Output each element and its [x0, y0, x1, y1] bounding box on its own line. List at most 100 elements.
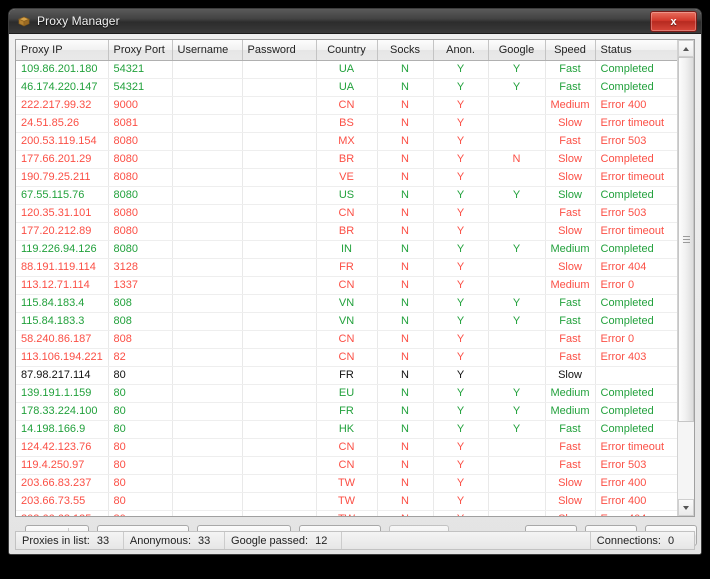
table-row[interactable]: 177.66.201.298080BRNYNSlowCompleted — [16, 150, 677, 168]
cell-speed: Slow — [545, 150, 595, 168]
table-row[interactable]: 203.66.73.5580TWNYSlowError 400 — [16, 492, 677, 510]
column-header-port[interactable]: Proxy Port — [108, 40, 172, 60]
column-header-ip[interactable]: Proxy IP — [16, 40, 108, 60]
cell-ip: 177.20.212.89 — [16, 222, 108, 240]
cell-speed: Slow — [545, 222, 595, 240]
cell-socks: N — [377, 312, 433, 330]
cell-password — [242, 438, 316, 456]
cell-password — [242, 420, 316, 438]
scrollbar-thumb[interactable] — [678, 57, 694, 422]
cell-port: 80 — [108, 438, 172, 456]
cell-username — [172, 240, 242, 258]
cell-username — [172, 402, 242, 420]
cell-socks: N — [377, 204, 433, 222]
cell-google — [488, 258, 545, 276]
cell-username — [172, 438, 242, 456]
table-row[interactable]: 46.174.220.14754321UANYYFastCompleted — [16, 78, 677, 96]
cell-google — [488, 96, 545, 114]
cell-username — [172, 186, 242, 204]
cell-anon: Y — [433, 420, 488, 438]
scroll-down-button[interactable] — [678, 499, 694, 516]
cell-google: Y — [488, 294, 545, 312]
cell-ip: 58.240.86.187 — [16, 330, 108, 348]
table-row[interactable]: 115.84.183.4808VNNYYFastCompleted — [16, 294, 677, 312]
table-row[interactable]: 178.33.224.10080FRNYYMediumCompleted — [16, 402, 677, 420]
cell-port: 808 — [108, 294, 172, 312]
vertical-scrollbar[interactable] — [677, 40, 694, 516]
table-row[interactable]: 203.66.68.13580TWNYSlowError 404 — [16, 510, 677, 516]
close-window-button[interactable]: x — [650, 11, 697, 32]
table-row[interactable]: 203.66.83.23780TWNYSlowError 400 — [16, 474, 677, 492]
cell-port: 3128 — [108, 258, 172, 276]
cell-status: Completed — [595, 78, 677, 96]
cell-socks: N — [377, 420, 433, 438]
table-row[interactable]: 177.20.212.898080BRNYSlowError timeout — [16, 222, 677, 240]
cell-socks: N — [377, 348, 433, 366]
table-row[interactable]: 190.79.25.2118080VENYSlowError timeout — [16, 168, 677, 186]
scrollbar-track[interactable] — [678, 57, 694, 499]
cell-password — [242, 186, 316, 204]
column-header-anon[interactable]: Anon. — [433, 40, 488, 60]
column-header-socks[interactable]: Socks — [377, 40, 433, 60]
cell-anon: Y — [433, 60, 488, 78]
cell-socks: N — [377, 60, 433, 78]
table-row[interactable]: 88.191.119.1143128FRNYSlowError 404 — [16, 258, 677, 276]
proxies-in-list-label: Proxies in list: — [22, 535, 90, 547]
table-row[interactable]: 120.35.31.1018080CNNYFastError 503 — [16, 204, 677, 222]
cell-country: UA — [316, 60, 377, 78]
table-row[interactable]: 222.217.99.329000CNNYMediumError 400 — [16, 96, 677, 114]
column-header-status[interactable]: Status — [595, 40, 677, 60]
title-bar[interactable]: Proxy Manager x — [9, 9, 701, 34]
cell-socks: N — [377, 222, 433, 240]
cell-port: 8080 — [108, 132, 172, 150]
cell-port: 80 — [108, 456, 172, 474]
cell-port: 8080 — [108, 240, 172, 258]
package-icon — [17, 14, 31, 28]
cell-password — [242, 510, 316, 516]
cell-anon: Y — [433, 186, 488, 204]
cell-socks: N — [377, 330, 433, 348]
table-row[interactable]: 113.12.71.1141337CNNYMediumError 0 — [16, 276, 677, 294]
cell-socks: N — [377, 96, 433, 114]
scrollbar-grip-icon — [683, 236, 690, 244]
column-header-speed[interactable]: Speed — [545, 40, 595, 60]
cell-port: 80 — [108, 510, 172, 516]
table-row[interactable]: 87.98.217.11480FRNYSlow — [16, 366, 677, 384]
table-row[interactable]: 67.55.115.768080USNYYSlowCompleted — [16, 186, 677, 204]
table-row[interactable]: 119.226.94.1268080INNYYMediumCompleted — [16, 240, 677, 258]
table-row[interactable]: 124.42.123.7680CNNYFastError timeout — [16, 438, 677, 456]
table-row[interactable]: 14.198.166.980HKNYYFastCompleted — [16, 420, 677, 438]
cell-status: Error 503 — [595, 456, 677, 474]
cell-socks: N — [377, 168, 433, 186]
table-row[interactable]: 58.240.86.187808CNNYFastError 0 — [16, 330, 677, 348]
table-row[interactable]: 119.4.250.9780CNNYFastError 503 — [16, 456, 677, 474]
column-header-password[interactable]: Password — [242, 40, 316, 60]
cell-status — [595, 366, 677, 384]
cell-username — [172, 150, 242, 168]
table-row[interactable]: 139.191.1.15980EUNYYMediumCompleted — [16, 384, 677, 402]
column-header-google[interactable]: Google — [488, 40, 545, 60]
cell-status: Error 404 — [595, 510, 677, 516]
table-row[interactable]: 200.53.119.1548080MXNYFastError 503 — [16, 132, 677, 150]
status-google-passed: Google passed: 12 — [225, 532, 342, 549]
table-row[interactable]: 113.106.194.22182CNNYFastError 403 — [16, 348, 677, 366]
google-passed-value: 12 — [315, 535, 335, 547]
chevron-down-icon — [683, 506, 689, 510]
table-row[interactable]: 24.51.85.268081BSNYSlowError timeout — [16, 114, 677, 132]
cell-speed: Slow — [545, 168, 595, 186]
status-bar: Proxies in list: 33 Anonymous: 33 Google… — [15, 531, 695, 550]
cell-password — [242, 348, 316, 366]
cell-google — [488, 456, 545, 474]
cell-ip: 14.198.166.9 — [16, 420, 108, 438]
cell-password — [242, 294, 316, 312]
table-row[interactable]: 109.86.201.18054321UANYYFastCompleted — [16, 60, 677, 78]
column-header-country[interactable]: Country — [316, 40, 377, 60]
cell-port: 808 — [108, 312, 172, 330]
table-row[interactable]: 115.84.183.3808VNNYYFastCompleted — [16, 312, 677, 330]
column-header-username[interactable]: Username — [172, 40, 242, 60]
scroll-up-button[interactable] — [678, 40, 694, 57]
proxy-table-viewport: Proxy IPProxy PortUsernamePasswordCountr… — [16, 40, 677, 516]
cell-anon: Y — [433, 348, 488, 366]
cell-password — [242, 312, 316, 330]
cell-port: 54321 — [108, 78, 172, 96]
